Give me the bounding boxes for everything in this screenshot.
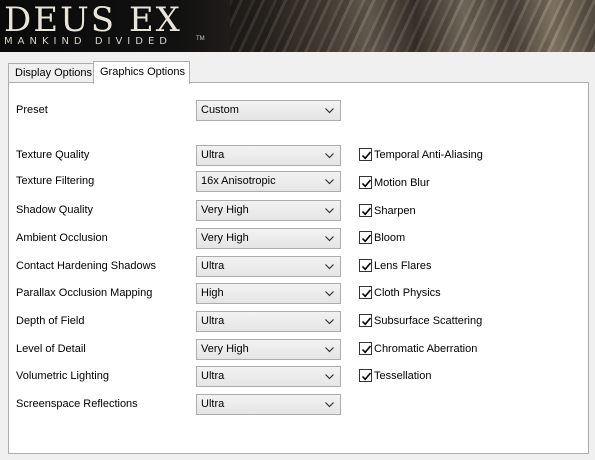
tessellation-checkbox[interactable]: Tessellation [359, 369, 431, 385]
lens-flares-checkbox[interactable]: Lens Flares [359, 259, 431, 275]
lens-flares-label: Lens Flares [374, 260, 432, 272]
chromatic-aberration-label: Chromatic Aberration [374, 343, 478, 355]
temporal-anti-aliasing-label: Temporal Anti-Aliasing [374, 149, 483, 161]
logo-trademark: TM [196, 36, 205, 42]
checkmark-icon [361, 262, 372, 271]
texture-filtering-label: Texture Filtering [16, 175, 95, 187]
checkbox-box[interactable] [359, 369, 372, 382]
chromatic-aberration-checkbox[interactable]: Chromatic Aberration [359, 342, 477, 358]
preset-label: Preset [16, 104, 48, 116]
subsurface-scattering-label: Subsurface Scattering [374, 315, 483, 327]
chevron-down-icon [325, 402, 334, 408]
checkbox-box[interactable] [359, 204, 372, 217]
sharpen-checkbox[interactable]: Sharpen [359, 204, 416, 220]
chevron-down-icon [325, 347, 334, 353]
depth-of-field-dropdown[interactable]: Ultra [196, 311, 341, 332]
sharpen-label: Sharpen [374, 205, 416, 217]
checkmark-icon [361, 372, 372, 381]
game-logo-banner: DEUS EX MANKIND DIVIDED TM [0, 0, 595, 52]
chevron-down-icon [325, 264, 334, 270]
tab-graphics-options[interactable]: Graphics Options [93, 61, 190, 84]
banner-artwork [230, 0, 595, 52]
ambient-occlusion-dropdown[interactable]: Very High [196, 228, 341, 249]
chevron-down-icon [325, 208, 334, 214]
contact-hardening-shadows-value: Ultra [201, 260, 225, 272]
parallax-occlusion-mapping-dropdown[interactable]: High [196, 283, 341, 304]
chevron-down-icon [325, 179, 334, 185]
texture-filtering-value: 16x Anisotropic [201, 175, 276, 187]
shadow-quality-label: Shadow Quality [16, 204, 94, 216]
level-of-detail-label: Level of Detail [16, 343, 86, 355]
shadow-quality-value: Very High [201, 204, 249, 216]
checkmark-icon [361, 207, 372, 216]
chevron-down-icon [325, 153, 334, 159]
contact-hardening-shadows-label: Contact Hardening Shadows [16, 260, 157, 272]
chevron-down-icon [325, 319, 334, 325]
checkbox-box[interactable] [359, 314, 372, 327]
checkmark-icon [361, 179, 372, 188]
checkmark-icon [361, 289, 372, 298]
checkmark-icon [361, 151, 372, 160]
texture-quality-label: Texture Quality [16, 149, 90, 161]
cloth-physics-checkbox[interactable]: Cloth Physics [359, 286, 441, 302]
chevron-down-icon [325, 108, 334, 114]
motion-blur-checkbox[interactable]: Motion Blur [359, 176, 430, 192]
depth-of-field-label: Depth of Field [16, 315, 85, 327]
parallax-occlusion-mapping-label: Parallax Occlusion Mapping [16, 287, 153, 299]
checkmark-icon [361, 234, 372, 243]
contact-hardening-shadows-dropdown[interactable]: Ultra [196, 256, 341, 277]
chevron-down-icon [325, 236, 334, 242]
ambient-occlusion-value: Very High [201, 232, 249, 244]
bloom-checkbox[interactable]: Bloom [359, 231, 405, 247]
chevron-down-icon [325, 291, 334, 297]
subsurface-scattering-checkbox[interactable]: Subsurface Scattering [359, 314, 482, 330]
parallax-occlusion-mapping-value: High [201, 287, 224, 299]
texture-filtering-dropdown[interactable]: 16x Anisotropic [196, 171, 341, 192]
checkmark-icon [361, 317, 372, 326]
screenspace-reflections-value: Ultra [201, 398, 225, 410]
cloth-physics-label: Cloth Physics [374, 287, 441, 299]
preset-value: Custom [201, 104, 239, 116]
volumetric-lighting-dropdown[interactable]: Ultra [196, 366, 341, 387]
chevron-down-icon [325, 374, 334, 380]
depth-of-field-value: Ultra [201, 315, 225, 327]
checkbox-box[interactable] [359, 259, 372, 272]
screenspace-reflections-dropdown[interactable]: Ultra [196, 394, 341, 415]
texture-quality-dropdown[interactable]: Ultra [196, 145, 341, 166]
preset-dropdown[interactable]: Custom [196, 100, 341, 121]
volumetric-lighting-value: Ultra [201, 370, 225, 382]
checkbox-box[interactable] [359, 286, 372, 299]
graphics-options-panel: Preset Custom Texture Quality Ultra Textur… [8, 82, 589, 454]
bloom-label: Bloom [374, 232, 406, 244]
logo-title: DEUS EX [4, 0, 182, 40]
screenspace-reflections-label: Screenspace Reflections [16, 398, 138, 410]
temporal-anti-aliasing-checkbox[interactable]: Temporal Anti-Aliasing [359, 148, 483, 164]
tab-display-options[interactable]: Display Options [8, 63, 94, 83]
checkbox-box[interactable] [359, 148, 372, 161]
checkmark-icon [361, 345, 372, 354]
volumetric-lighting-label: Volumetric Lighting [16, 370, 109, 382]
logo-subtitle: MANKIND DIVIDED [4, 36, 172, 47]
texture-quality-value: Ultra [201, 149, 225, 161]
motion-blur-label: Motion Blur [374, 177, 430, 189]
shadow-quality-dropdown[interactable]: Very High [196, 200, 341, 221]
ambient-occlusion-label: Ambient Occlusion [16, 232, 108, 244]
checkbox-box[interactable] [359, 231, 372, 244]
options-tabs: Display Options Graphics Options [8, 61, 588, 84]
level-of-detail-dropdown[interactable]: Very High [196, 339, 341, 360]
level-of-detail-value: Very High [201, 343, 249, 355]
checkbox-box[interactable] [359, 342, 372, 355]
checkbox-box[interactable] [359, 176, 372, 189]
tessellation-label: Tessellation [374, 370, 432, 382]
